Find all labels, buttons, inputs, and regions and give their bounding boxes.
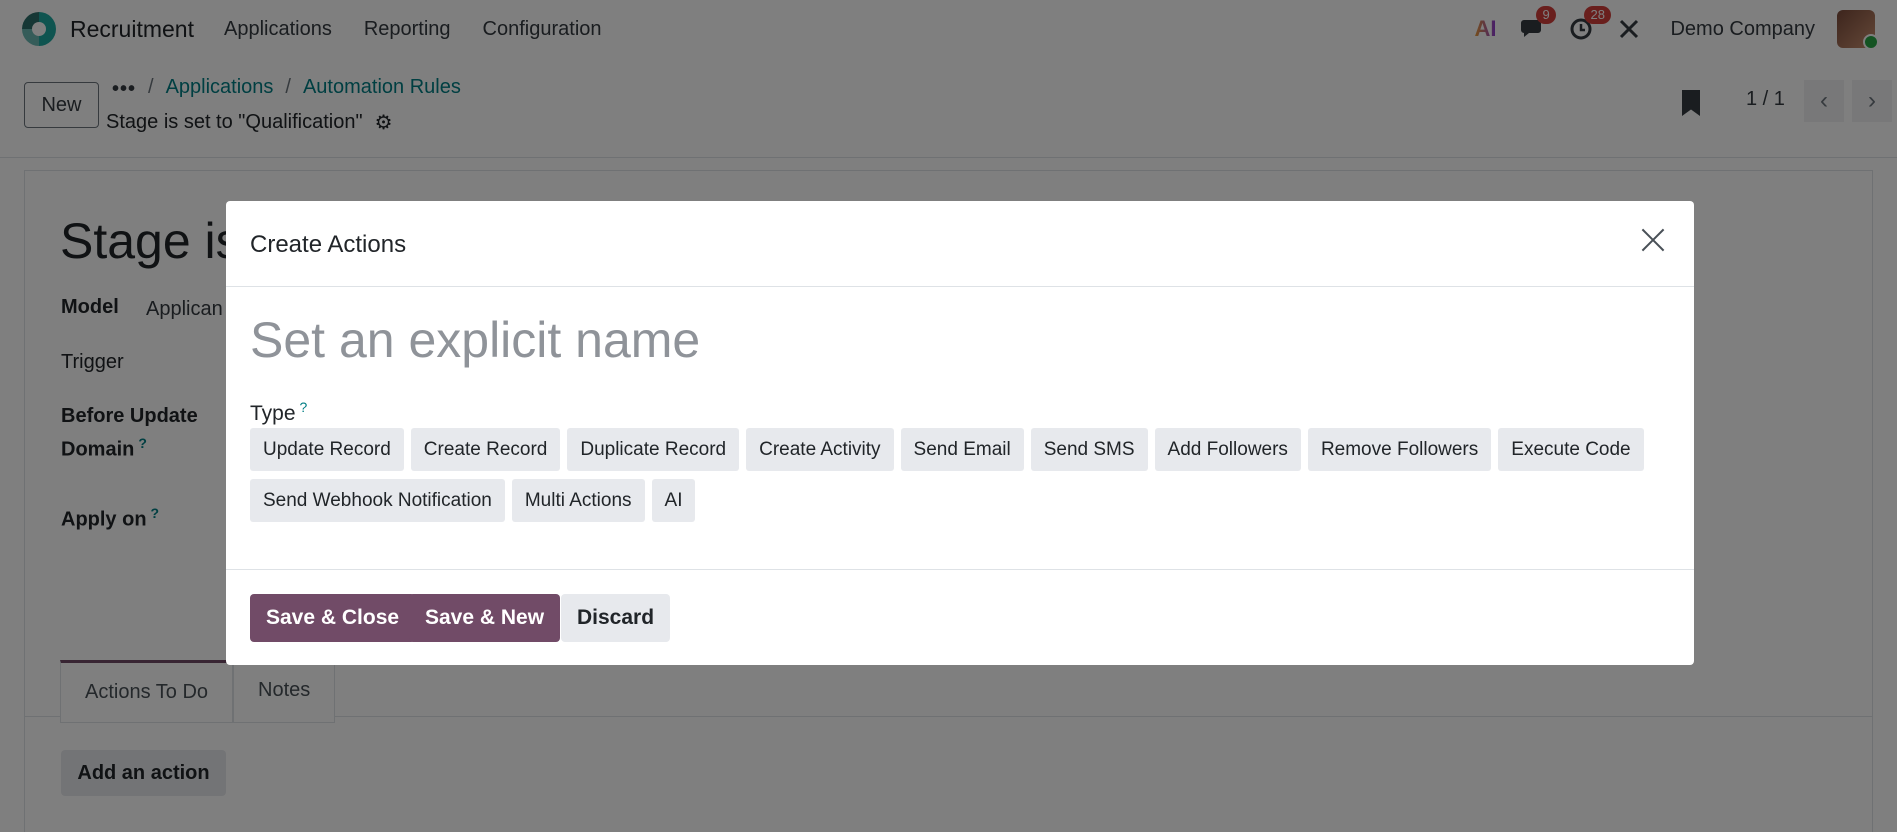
type-remove-followers[interactable]: Remove Followers bbox=[1307, 428, 1492, 471]
discard-button[interactable]: Discard bbox=[561, 594, 671, 642]
dialog-title: Create Actions bbox=[250, 231, 407, 258]
type-add-followers[interactable]: Add Followers bbox=[1154, 428, 1301, 471]
help-icon[interactable]: ? bbox=[300, 399, 308, 415]
type-send-sms[interactable]: Send SMS bbox=[1030, 428, 1148, 471]
type-send-webhook-notification[interactable]: Send Webhook Notification bbox=[250, 479, 505, 522]
type-label-text: Type bbox=[250, 402, 296, 425]
type-ai[interactable]: AI bbox=[651, 479, 696, 522]
dialog-footer: Save & Close Save & New Discard bbox=[226, 569, 1694, 665]
save-close-button[interactable]: Save & Close bbox=[250, 594, 416, 642]
type-send-email[interactable]: Send Email bbox=[900, 428, 1024, 471]
type-duplicate-record[interactable]: Duplicate Record bbox=[567, 428, 740, 471]
type-label: Type? bbox=[250, 399, 307, 426]
type-multi-actions[interactable]: Multi Actions bbox=[511, 479, 645, 522]
action-type-selector: Update Record Create Record Duplicate Re… bbox=[250, 428, 1670, 522]
type-create-record[interactable]: Create Record bbox=[410, 428, 561, 471]
type-execute-code[interactable]: Execute Code bbox=[1498, 428, 1644, 471]
close-icon[interactable] bbox=[1638, 225, 1668, 255]
type-create-activity[interactable]: Create Activity bbox=[746, 428, 894, 471]
save-new-button[interactable]: Save & New bbox=[409, 594, 561, 642]
create-actions-dialog: Create Actions Type? Update Record Creat… bbox=[226, 201, 1694, 665]
type-update-record[interactable]: Update Record bbox=[250, 428, 404, 471]
action-name-input[interactable] bbox=[250, 311, 1650, 369]
dialog-header: Create Actions bbox=[226, 201, 1694, 287]
